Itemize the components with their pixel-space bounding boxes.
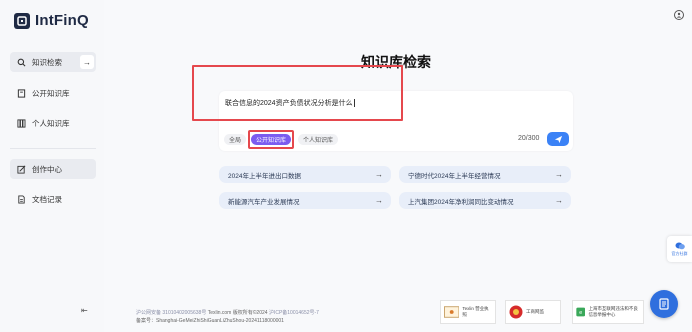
report-logo-icon: e (576, 307, 586, 317)
scope-chip-public[interactable]: 公开知识库 (251, 134, 292, 145)
search-input[interactable]: 联合信息的2024资产负债状况分析是什么 (225, 98, 355, 108)
chat-icon (675, 242, 685, 249)
help-fab-button[interactable] (650, 290, 678, 318)
sidebar-item-doc-records[interactable]: 文档记录 (10, 189, 96, 209)
license-badge[interactable]: Texlin 营业执照 (440, 300, 496, 324)
library-icon (16, 118, 26, 128)
sidebar-item-knowledge-search[interactable]: 知识检索 → (10, 52, 96, 72)
document-icon (16, 194, 26, 204)
national-emblem-icon (509, 305, 523, 319)
business-supervision-badge[interactable]: 工商网监 (505, 300, 561, 324)
copyright-text: Texlin.com 版权所有©2024 (207, 310, 268, 316)
main-area: 知识库检索 联合信息的2024资产负债状况分析是什么 全局 公开知识库 个人知识… (104, 0, 692, 332)
send-button[interactable] (547, 132, 569, 146)
search-icon (16, 57, 26, 67)
sidebar-divider (10, 148, 96, 149)
arrow-right-icon: → (375, 196, 383, 205)
suggestion-item[interactable]: 上汽集团2024年净利润同比变动情况 → (399, 192, 571, 209)
police-record-link[interactable]: 沪公网安备 31010402005638号 (136, 310, 206, 316)
sidebar-item-label: 知识检索 (32, 57, 62, 67)
scope-chip-personal[interactable]: 个人知识库 (298, 134, 339, 145)
collapse-sidebar-icon[interactable]: ⇤ (81, 306, 88, 315)
send-icon (554, 135, 562, 143)
sidebar: IntFinQ 知识检索 → 公开知识库 个人知识库 创作中心 文档记录 ⇤ (0, 0, 104, 332)
suggestion-item[interactable]: 新能源汽车产业发展情况 → (219, 192, 391, 209)
arrow-right-icon[interactable]: → (80, 55, 94, 69)
report-center-badge[interactable]: e 上海市互联网违法和不良信息举报中心 (572, 300, 644, 324)
brand-name: IntFinQ (35, 12, 89, 29)
sidebar-item-personal-kb[interactable]: 个人知识库 (10, 113, 96, 133)
community-float-button[interactable]: 官方社群 (667, 236, 692, 262)
edit-icon (16, 164, 26, 174)
footer-line-2: 备案号：Shanghai-GeMeiZhiShiGuanLiZhuShou-20… (136, 318, 284, 324)
arrow-right-icon: → (555, 170, 563, 179)
sidebar-item-creation-center[interactable]: 创作中心 (10, 159, 96, 179)
text-caret (353, 99, 355, 108)
sidebar-item-label: 公开知识库 (32, 88, 70, 98)
scope-chip-global[interactable]: 全局 (224, 134, 247, 145)
arrow-right-icon: → (375, 170, 383, 179)
license-icon (444, 306, 460, 318)
brand-logo[interactable]: IntFinQ (14, 12, 89, 29)
page-title: 知识库检索 (361, 54, 431, 70)
sidebar-item-public-kb[interactable]: 公开知识库 (10, 83, 96, 103)
suggestion-item[interactable]: 宁德时代2024年上半年经营情况 → (399, 166, 571, 183)
sidebar-item-label: 文档记录 (32, 194, 62, 204)
sidebar-item-label: 创作中心 (32, 164, 62, 174)
document-list-icon (659, 298, 669, 310)
icp-link[interactable]: 沪ICP备10014652号-7 (269, 310, 319, 316)
sidebar-item-label: 个人知识库 (32, 118, 70, 128)
char-counter: 20/300 (518, 135, 540, 142)
logo-icon (14, 12, 30, 29)
user-avatar-icon[interactable] (674, 10, 684, 20)
book-icon (16, 88, 26, 98)
suggestion-item[interactable]: 2024年上半年进出口数据 → (219, 166, 391, 183)
footer-line-1: 沪公网安备 31010402005638号 Texlin.com 版权所有©20… (136, 309, 319, 316)
arrow-right-icon: → (555, 196, 563, 205)
svg-text:e: e (579, 310, 582, 316)
